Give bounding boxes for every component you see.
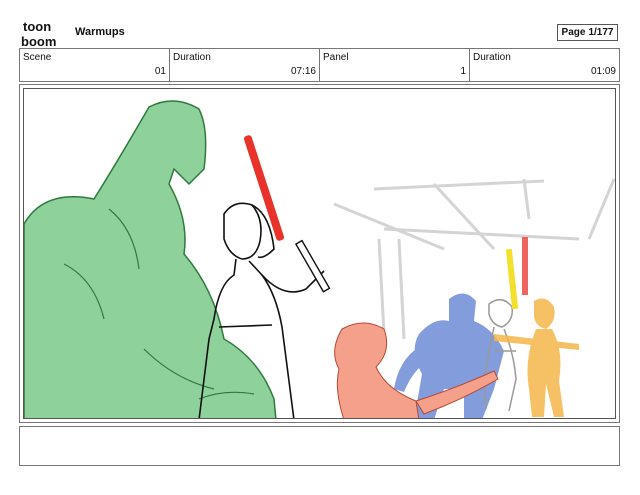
green-giant-figure xyxy=(24,100,277,418)
panel-value: 1 xyxy=(460,66,466,77)
notes-area xyxy=(19,426,620,466)
panel-cell: Panel 1 xyxy=(320,49,470,81)
panel-duration-cell: Duration 01:09 xyxy=(470,49,619,81)
panel-duration-value: 01:09 xyxy=(590,66,616,77)
logo-text-bottom: boom xyxy=(21,34,56,49)
page-value: 1/177 xyxy=(588,27,614,38)
scene-label: Scene xyxy=(23,52,52,63)
red-saber-main xyxy=(243,135,285,241)
logo-text-top: toon xyxy=(23,19,51,34)
page-indicator: Page 1/177 xyxy=(557,24,618,41)
storyboard-sketch xyxy=(24,100,615,418)
scene-duration-value: 07:16 xyxy=(290,66,316,77)
scene-duration-cell: Duration 07:16 xyxy=(170,49,320,81)
yellow-saber xyxy=(505,248,519,310)
panel-duration-label: Duration xyxy=(473,52,511,63)
scene-cell: Scene 01 xyxy=(20,49,170,81)
saber-hilt xyxy=(294,239,331,293)
panel-label: Panel xyxy=(323,52,349,63)
scene-metadata-table: Scene 01 Duration 07:16 Panel 1 Duration… xyxy=(19,48,620,82)
scene-value: 01 xyxy=(154,66,166,77)
page-label: Page xyxy=(561,27,586,38)
toon-boom-logo: toon boom xyxy=(21,19,56,49)
storyboard-panel-image xyxy=(23,88,616,419)
document-title: Warmups xyxy=(75,26,125,38)
red-saber-background xyxy=(522,237,528,295)
orange-figure xyxy=(494,298,579,417)
scene-duration-label: Duration xyxy=(173,52,211,63)
